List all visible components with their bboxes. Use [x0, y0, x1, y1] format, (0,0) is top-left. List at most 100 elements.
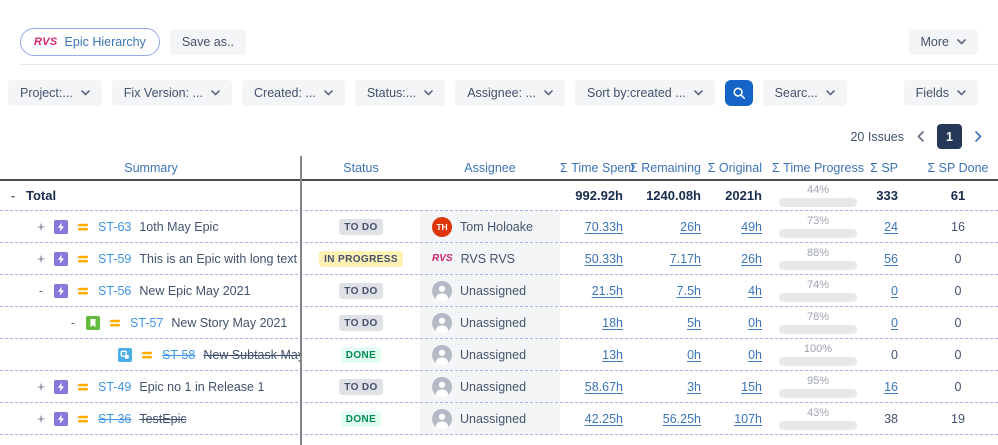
- next-page-button[interactable]: [975, 131, 982, 142]
- sp-link[interactable]: 0: [891, 284, 898, 298]
- time-spent-link[interactable]: 70.33h: [585, 220, 623, 234]
- collapse-toggle[interactable]: -: [8, 188, 18, 203]
- original-link[interactable]: 15h: [741, 380, 762, 394]
- progress-bar: [779, 420, 857, 430]
- expand-toggle[interactable]: +: [36, 251, 46, 266]
- top-toolbar: RVS Epic Hierarchy Save as.. More: [0, 0, 998, 64]
- remaining-link[interactable]: 56.25h: [663, 412, 701, 426]
- summary-cell: ST-58 New Subtask May 2021: [0, 347, 302, 362]
- time-spent-link[interactable]: 13h: [602, 348, 623, 362]
- progress-bar: [779, 324, 857, 334]
- filter-assignee-button[interactable]: Assignee: ...: [455, 80, 565, 106]
- progress-label: 100%: [803, 342, 833, 355]
- filter-label: Assignee: ...: [467, 86, 536, 100]
- original-link[interactable]: 49h: [741, 220, 762, 234]
- issues-table: Summary Status Assignee Σ Time Spent Σ R…: [0, 156, 998, 445]
- status-badge: IN PROGRESS: [319, 250, 403, 267]
- remaining-link[interactable]: 7.17h: [670, 252, 701, 266]
- progress-bar: [779, 388, 857, 398]
- priority-medium-icon: [76, 252, 90, 266]
- issue-key-link[interactable]: ST-59: [98, 252, 131, 266]
- expand-toggle[interactable]: +: [36, 411, 46, 426]
- sp-link[interactable]: 56: [884, 252, 898, 266]
- issue-key-link[interactable]: ST-36: [98, 412, 131, 426]
- issue-key-link[interactable]: ST-57: [130, 316, 163, 330]
- summary-cell: - ST-57 New Story May 2021: [0, 315, 302, 330]
- remaining-link[interactable]: 3h: [687, 380, 701, 394]
- original-link[interactable]: 4h: [748, 284, 762, 298]
- total-row: - Total 992.92h 1240.08h 2021h 44% 333 6…: [0, 181, 998, 211]
- time-progress-cell: 43%: [770, 407, 866, 430]
- column-header-original[interactable]: Σ Original: [706, 161, 770, 175]
- issue-key-link[interactable]: ST-58: [162, 348, 195, 362]
- column-header-sp-done[interactable]: Σ SP Done: [918, 161, 998, 175]
- time-spent-link[interactable]: 50.33h: [585, 252, 623, 266]
- prev-page-button[interactable]: [917, 131, 924, 142]
- filter-sort-by-created-button[interactable]: Sort by:created ...: [574, 80, 715, 106]
- collapse-toggle[interactable]: -: [68, 315, 78, 330]
- view-selector-button[interactable]: RVS Epic Hierarchy: [20, 28, 160, 56]
- original-link[interactable]: 0h: [748, 316, 762, 330]
- issue-key-link[interactable]: ST-49: [98, 380, 131, 394]
- status-cell: TO DO: [302, 378, 420, 395]
- unassigned-avatar-icon: [432, 280, 452, 301]
- status-badge: DONE: [340, 346, 382, 363]
- fields-button[interactable]: Fields: [903, 80, 978, 106]
- time-spent-link[interactable]: 18h: [602, 316, 623, 330]
- filter-label: Status:...: [366, 86, 417, 100]
- chevron-down-icon: [324, 90, 333, 96]
- column-resize-divider[interactable]: [300, 156, 302, 445]
- search-icon: [732, 86, 746, 100]
- filter-project-button[interactable]: Project:...: [8, 80, 102, 106]
- column-header-time-spent[interactable]: Σ Time Spent: [560, 161, 635, 175]
- filter-created-button[interactable]: Created: ...: [242, 80, 345, 106]
- time-spent-link[interactable]: 21.5h: [592, 284, 623, 298]
- unassigned-avatar-icon: [432, 344, 452, 365]
- issues-count: 20 Issues: [850, 129, 904, 144]
- column-header-assignee[interactable]: Assignee: [420, 161, 560, 175]
- sp-link[interactable]: 24: [884, 220, 898, 234]
- expand-toggle[interactable]: +: [36, 379, 46, 394]
- column-header-remaining[interactable]: Σ Remaining: [628, 161, 706, 175]
- column-header-summary[interactable]: Summary: [0, 161, 302, 175]
- original-cell: 107h: [706, 412, 770, 426]
- sp-done-value: 0: [954, 347, 962, 362]
- issue-key-link[interactable]: ST-63: [98, 220, 131, 234]
- total-sp: 333: [876, 188, 898, 203]
- table-row: + ST-63 1oth May Epic TO DO TH Tom Holoake 70.…: [0, 211, 998, 243]
- sp-link[interactable]: 16: [884, 380, 898, 394]
- remaining-cell: 7.5h: [628, 284, 706, 298]
- time-progress-cell: 74%: [770, 279, 866, 302]
- original-link[interactable]: 0h: [748, 348, 762, 362]
- chevron-down-icon: [544, 90, 553, 96]
- page-1-button[interactable]: 1: [937, 124, 962, 149]
- search-menu-button[interactable]: Searc...: [762, 80, 847, 106]
- chevron-down-icon: [957, 39, 966, 45]
- time-spent-link[interactable]: 58.67h: [585, 380, 623, 394]
- remaining-link[interactable]: 5h: [687, 316, 701, 330]
- issue-key-link[interactable]: ST-56: [98, 284, 131, 298]
- priority-medium-icon: [76, 220, 90, 234]
- sp-link[interactable]: 0: [891, 316, 898, 330]
- original-link[interactable]: 26h: [741, 252, 762, 266]
- issue-summary: 1oth May Epic: [139, 219, 219, 234]
- story-icon: [86, 315, 100, 330]
- remaining-link[interactable]: 7.5h: [677, 284, 701, 298]
- remaining-link[interactable]: 26h: [680, 220, 701, 234]
- save-as-button[interactable]: Save as..: [169, 29, 246, 55]
- original-link[interactable]: 107h: [734, 412, 762, 426]
- status-cell: TO DO: [302, 218, 420, 235]
- column-header-status[interactable]: Status: [302, 161, 420, 175]
- summary-cell: + ST-59 This is an Epic with long text des…: [0, 251, 302, 266]
- collapse-toggle[interactable]: -: [36, 283, 46, 298]
- time-progress-cell: 73%: [770, 215, 866, 238]
- expand-toggle[interactable]: +: [36, 219, 46, 234]
- remaining-link[interactable]: 0h: [687, 348, 701, 362]
- time-spent-link[interactable]: 42.25h: [585, 412, 623, 426]
- filter-fix-version-button[interactable]: Fix Version: ...: [111, 80, 232, 106]
- column-header-sp[interactable]: Σ SP: [866, 161, 918, 175]
- more-button[interactable]: More: [908, 29, 978, 55]
- filter-status-button[interactable]: Status:...: [354, 80, 446, 106]
- column-header-time-progress[interactable]: Σ Time Progress: [770, 161, 866, 175]
- search-button[interactable]: [724, 80, 753, 106]
